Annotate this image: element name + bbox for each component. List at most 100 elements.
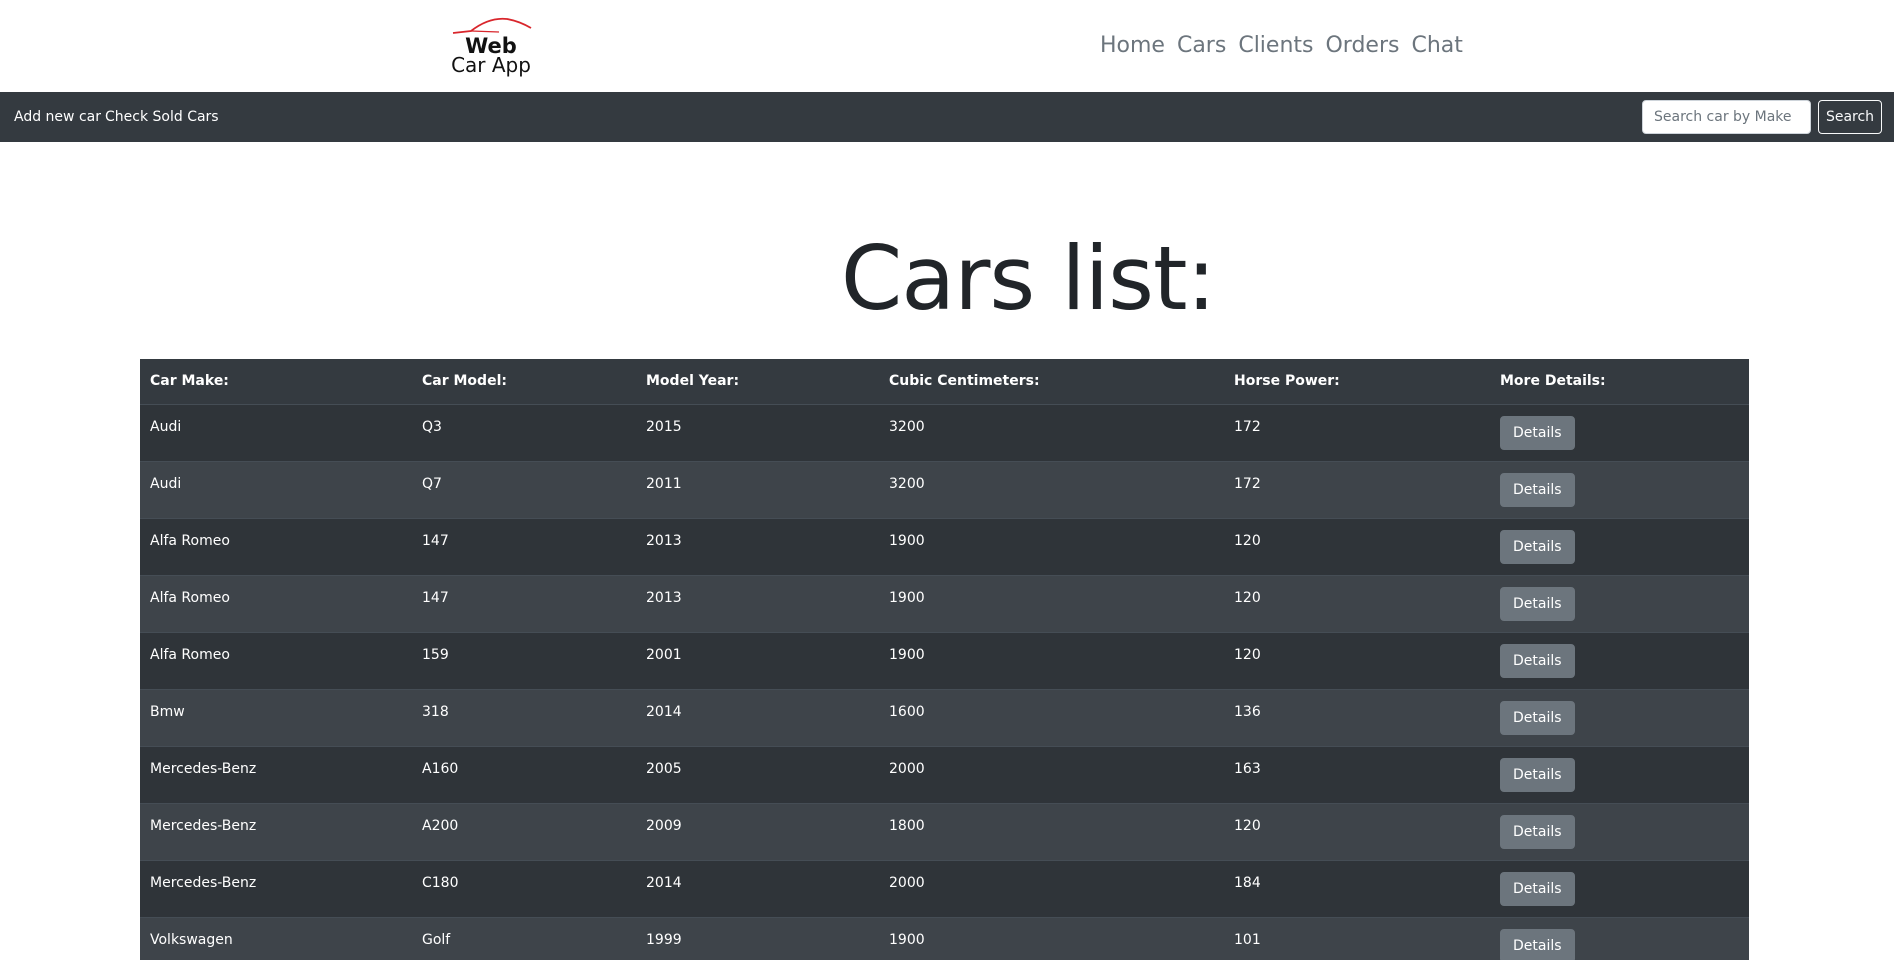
table-row: Audi Q7 2011 3200 172 Details xyxy=(140,460,1749,518)
header-car-make: Car Make: xyxy=(140,359,412,405)
table-row: Alfa Romeo 147 2013 1900 120 Details xyxy=(140,574,1749,632)
cell-car-model: Golf xyxy=(412,916,636,960)
add-new-car-link[interactable]: Add new car xyxy=(14,108,101,126)
header-more-details: More Details: xyxy=(1490,359,1749,405)
cell-model-year: 2015 xyxy=(636,403,879,461)
cell-model-year: 2014 xyxy=(636,688,879,746)
search-button[interactable]: Search xyxy=(1818,100,1882,134)
cell-horse-power: 136 xyxy=(1224,688,1490,746)
check-sold-cars-link[interactable]: Check Sold Cars xyxy=(105,108,219,126)
cell-model-year: 2001 xyxy=(636,631,879,689)
cell-car-model: Q7 xyxy=(412,460,636,518)
table-row: Audi Q3 2015 3200 172 Details xyxy=(140,403,1749,461)
cell-more-details: Details xyxy=(1490,688,1749,746)
cell-horse-power: 172 xyxy=(1224,460,1490,518)
cell-model-year: 2011 xyxy=(636,460,879,518)
cell-car-model: A160 xyxy=(412,745,636,803)
cell-cubic-centimeters: 1900 xyxy=(879,631,1224,689)
cell-model-year: 2013 xyxy=(636,517,879,575)
cell-horse-power: 163 xyxy=(1224,745,1490,803)
cell-car-make: Mercedes-Benz xyxy=(140,745,412,803)
cell-car-make: Mercedes-Benz xyxy=(140,859,412,917)
details-button[interactable]: Details xyxy=(1500,700,1575,735)
cell-cubic-centimeters: 1900 xyxy=(879,916,1224,960)
table-row: Bmw 318 2014 1600 136 Details xyxy=(140,688,1749,746)
details-button[interactable]: Details xyxy=(1500,757,1575,792)
nav-chat[interactable]: Chat xyxy=(1411,30,1462,62)
header-cubic-centimeters: Cubic Centimeters: xyxy=(879,359,1224,405)
cell-car-model: 147 xyxy=(412,517,636,575)
cell-cubic-centimeters: 1600 xyxy=(879,688,1224,746)
table-row: Mercedes-Benz A200 2009 1800 120 Details xyxy=(140,802,1749,860)
cars-toolbar: Add new car Check Sold Cars Search xyxy=(0,92,1894,142)
table-row: Alfa Romeo 159 2001 1900 120 Details xyxy=(140,631,1749,689)
cell-cubic-centimeters: 2000 xyxy=(879,745,1224,803)
header-horse-power: Horse Power: xyxy=(1224,359,1490,405)
page-title: Cars list: xyxy=(840,227,1216,330)
cell-more-details: Details xyxy=(1490,574,1749,632)
cell-horse-power: 120 xyxy=(1224,517,1490,575)
cell-horse-power: 101 xyxy=(1224,916,1490,960)
cell-more-details: Details xyxy=(1490,517,1749,575)
header-car-model: Car Model: xyxy=(412,359,636,405)
cell-cubic-centimeters: 3200 xyxy=(879,460,1224,518)
cell-car-model: 318 xyxy=(412,688,636,746)
cars-table: Car Make: Car Model: Model Year: Cubic C… xyxy=(140,359,1749,960)
table-header-row: Car Make: Car Model: Model Year: Cubic C… xyxy=(140,359,1749,405)
cell-model-year: 2013 xyxy=(636,574,879,632)
cell-more-details: Details xyxy=(1490,802,1749,860)
cell-car-model: 147 xyxy=(412,574,636,632)
cell-more-details: Details xyxy=(1490,859,1749,917)
cell-more-details: Details xyxy=(1490,745,1749,803)
cell-cubic-centimeters: 3200 xyxy=(879,403,1224,461)
details-button[interactable]: Details xyxy=(1500,814,1575,849)
cell-car-make: Bmw xyxy=(140,688,412,746)
cell-horse-power: 120 xyxy=(1224,631,1490,689)
cell-cubic-centimeters: 1900 xyxy=(879,517,1224,575)
search-input[interactable] xyxy=(1642,100,1811,134)
nav-home[interactable]: Home xyxy=(1100,30,1165,62)
cell-model-year: 2005 xyxy=(636,745,879,803)
cell-model-year: 2009 xyxy=(636,802,879,860)
cell-car-model: Q3 xyxy=(412,403,636,461)
table-row: Volkswagen Golf 1999 1900 101 Details xyxy=(140,916,1749,960)
cell-more-details: Details xyxy=(1490,403,1749,461)
logo-text-car-app: Car App xyxy=(451,53,531,77)
cell-horse-power: 120 xyxy=(1224,802,1490,860)
logo[interactable]: Web Car App xyxy=(447,14,537,77)
nav-clients[interactable]: Clients xyxy=(1238,30,1313,62)
cell-horse-power: 172 xyxy=(1224,403,1490,461)
cell-car-make: Audi xyxy=(140,403,412,461)
cell-car-model: A200 xyxy=(412,802,636,860)
nav-cars[interactable]: Cars xyxy=(1177,30,1226,62)
cell-more-details: Details xyxy=(1490,631,1749,689)
details-button[interactable]: Details xyxy=(1500,472,1575,507)
cell-horse-power: 120 xyxy=(1224,574,1490,632)
cell-cubic-centimeters: 1800 xyxy=(879,802,1224,860)
details-button[interactable]: Details xyxy=(1500,586,1575,621)
cell-car-model: C180 xyxy=(412,859,636,917)
cell-more-details: Details xyxy=(1490,460,1749,518)
cell-car-make: Volkswagen xyxy=(140,916,412,960)
table-row: Mercedes-Benz C180 2014 2000 184 Details xyxy=(140,859,1749,917)
cell-cubic-centimeters: 1900 xyxy=(879,574,1224,632)
cell-car-make: Alfa Romeo xyxy=(140,631,412,689)
cell-car-make: Mercedes-Benz xyxy=(140,802,412,860)
details-button[interactable]: Details xyxy=(1500,529,1575,564)
car-roof-icon xyxy=(452,17,532,34)
cell-cubic-centimeters: 2000 xyxy=(879,859,1224,917)
cell-horse-power: 184 xyxy=(1224,859,1490,917)
header-model-year: Model Year: xyxy=(636,359,879,405)
cell-car-make: Alfa Romeo xyxy=(140,574,412,632)
cell-model-year: 2014 xyxy=(636,859,879,917)
cell-car-make: Audi xyxy=(140,460,412,518)
details-button[interactable]: Details xyxy=(1500,415,1575,450)
details-button[interactable]: Details xyxy=(1500,871,1575,906)
table-row: Alfa Romeo 147 2013 1900 120 Details xyxy=(140,517,1749,575)
top-header: Web Car App Home Cars Clients Orders Cha… xyxy=(0,0,1894,92)
details-button[interactable]: Details xyxy=(1500,928,1575,960)
cell-more-details: Details xyxy=(1490,916,1749,960)
nav-orders[interactable]: Orders xyxy=(1325,30,1399,62)
cell-car-make: Alfa Romeo xyxy=(140,517,412,575)
details-button[interactable]: Details xyxy=(1500,643,1575,678)
